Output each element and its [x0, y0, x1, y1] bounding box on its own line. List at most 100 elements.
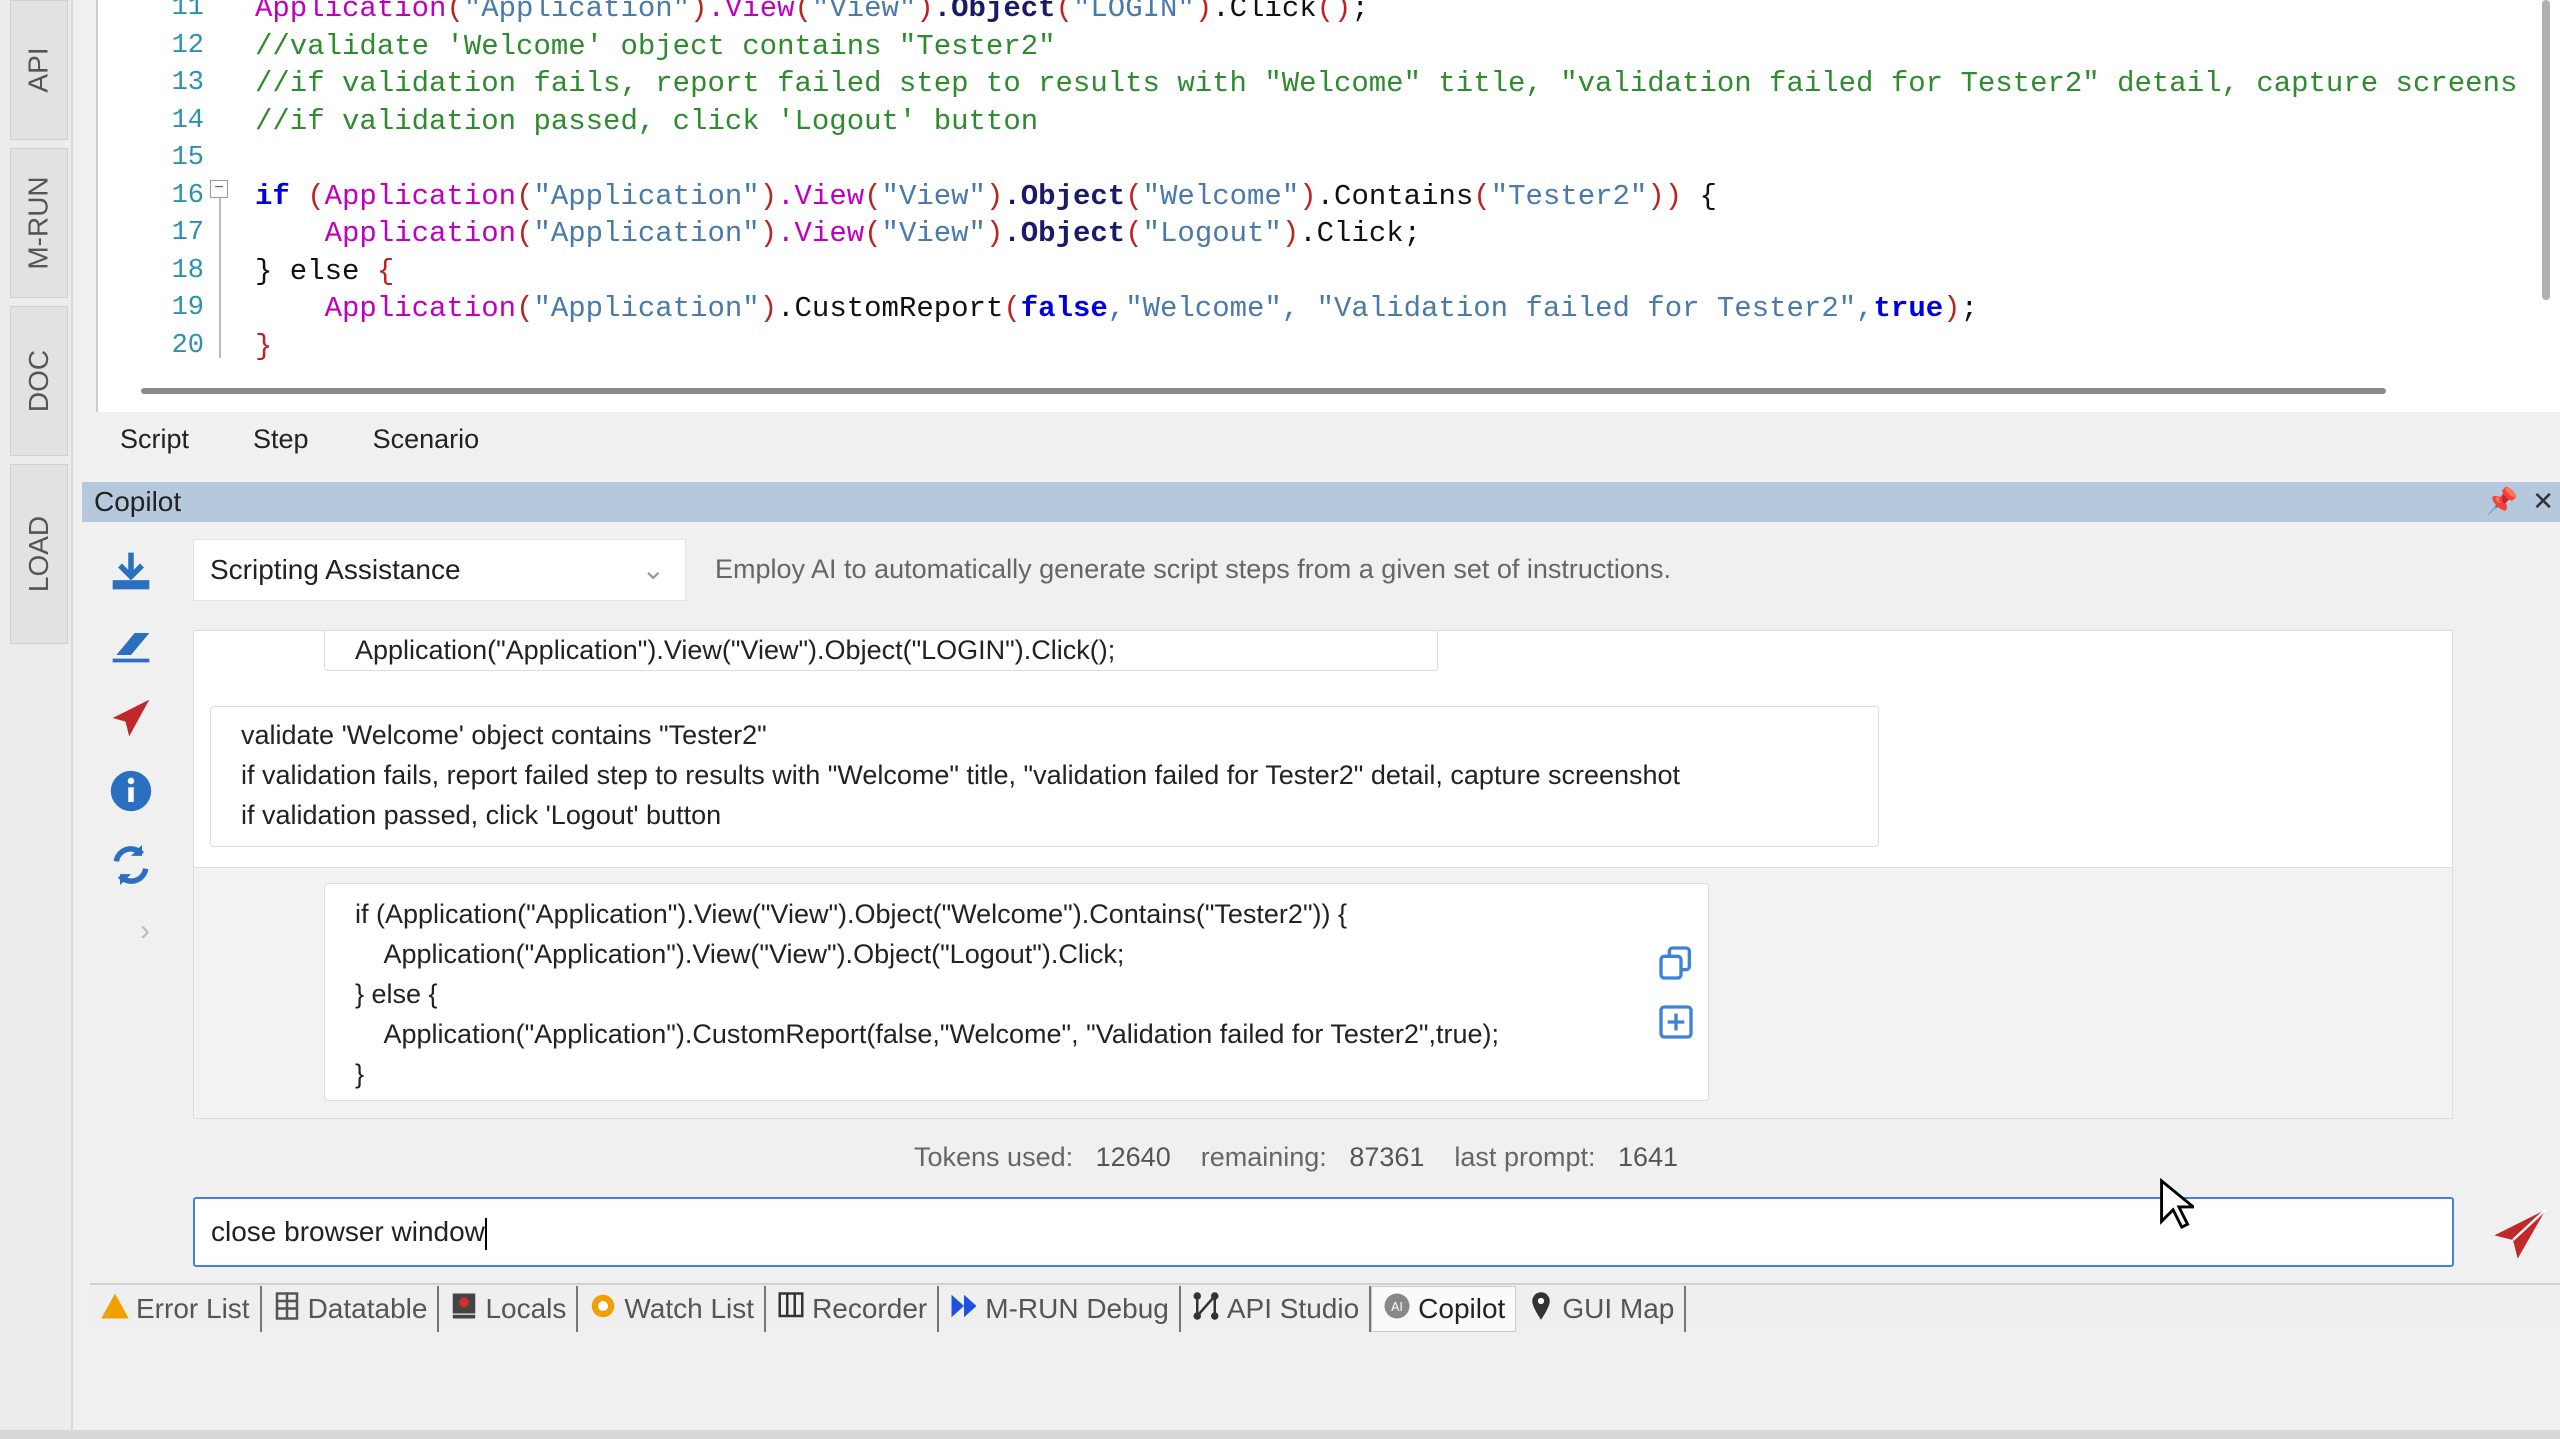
code-token: ( — [1125, 217, 1143, 250]
tab-error-list[interactable]: Error List — [90, 1286, 262, 1332]
code-token: //validate 'Welcome' object contains "Te… — [255, 29, 1056, 63]
vtab-m-run[interactable]: M-RUN — [10, 148, 68, 298]
code-token: ( — [516, 217, 534, 250]
code-token: .Click — [1212, 0, 1317, 25]
code-token: ( — [1125, 179, 1143, 213]
insert-icon[interactable] — [1656, 1002, 1696, 1047]
tab-step[interactable]: Step — [213, 416, 333, 462]
tab-copilot[interactable]: AI Copilot — [1371, 1286, 1517, 1332]
vtab-api[interactable]: API — [10, 0, 68, 140]
code-token: ) — [985, 179, 1004, 213]
code-token: { — [376, 254, 395, 288]
code-token: } else — [255, 254, 377, 288]
code-token: "View" — [811, 0, 917, 25]
code-token: .Object — [1003, 217, 1126, 250]
code-token: "View" — [881, 217, 986, 250]
code-token: ( — [1055, 0, 1073, 25]
code-token: .Click; — [1299, 217, 1422, 250]
code-token: ) — [1943, 292, 1961, 325]
vtab-label: LOAD — [23, 515, 54, 593]
code-token: } — [255, 329, 273, 363]
vertical-scrollbar[interactable] — [2542, 0, 2550, 300]
line-number: 20 — [171, 330, 204, 361]
line-number: 12 — [171, 30, 204, 61]
tokens-remaining-label: remaining: — [1200, 1142, 1327, 1172]
prompt-input[interactable]: close browser window — [193, 1197, 2454, 1267]
code-token: "Application" — [533, 292, 760, 325]
code-token: Application — [324, 217, 517, 250]
tab-watch-list[interactable]: Watch List — [578, 1286, 767, 1332]
fold-toggle-icon[interactable]: − — [210, 180, 228, 198]
code-editor[interactable]: − 11 Application("Application").View("Vie… — [96, 0, 2560, 412]
ai-icon: AI — [1382, 1291, 1412, 1328]
copilot-panel-header: Copilot 📌 ✕ — [82, 482, 2560, 522]
code-token: ( — [516, 292, 534, 325]
download-icon[interactable] — [105, 545, 157, 597]
tab-api-studio[interactable]: API Studio — [1181, 1286, 1372, 1332]
code-token: .View — [777, 179, 865, 213]
tab-script[interactable]: Script — [96, 416, 213, 462]
refresh-icon[interactable] — [105, 839, 157, 891]
code-token: "View" — [881, 179, 986, 213]
code-token: false — [1020, 292, 1108, 325]
code-line: } — [255, 328, 272, 365]
code-token: ) — [1194, 0, 1213, 25]
fast-forward-icon — [949, 1291, 979, 1328]
tab-label: Error List — [136, 1293, 250, 1324]
code-token: .Contains — [1316, 179, 1474, 213]
code-line: //if validation fails, report failed ste… — [255, 65, 2517, 102]
user-prompt-message: validate 'Welcome' object contains "Test… — [210, 706, 1879, 847]
document-tabs: Script Step Scenario — [96, 416, 2560, 462]
chevron-down-icon: ⌄ — [641, 554, 665, 585]
code-token: .CustomReport — [777, 292, 1004, 325]
tab-locals[interactable]: Locals — [439, 1286, 579, 1332]
code-token: ( — [864, 179, 882, 213]
horizontal-scrollbar[interactable] — [141, 388, 2386, 394]
table-icon — [272, 1291, 302, 1328]
tab-scenario[interactable]: Scenario — [333, 416, 504, 462]
code-token: .Object — [933, 0, 1056, 25]
code-token: ( — [516, 179, 534, 213]
tab-label: M-RUN Debug — [985, 1293, 1169, 1324]
code-line: if (Application("Application").View("Vie… — [255, 178, 1717, 215]
code-line: Application("Application").CustomReport(… — [255, 290, 1978, 327]
locals-icon — [449, 1291, 479, 1328]
code-token: ) — [690, 0, 708, 25]
tokens-used-label: Tokens used: — [914, 1142, 1074, 1172]
vtab-label: M-RUN — [23, 176, 54, 270]
code-token: ) — [985, 217, 1004, 250]
text-caret — [484, 1217, 487, 1250]
code-token: .View — [707, 0, 795, 25]
code-token: ; — [1960, 292, 1978, 325]
tab-label: Recorder — [812, 1293, 928, 1324]
chat-history[interactable]: Application("Application").View("View").… — [193, 630, 2453, 1119]
send-button[interactable] — [2492, 1205, 2548, 1266]
response-area: if (Application("Application").View("Vie… — [194, 867, 2452, 1118]
tab-recorder[interactable]: Recorder — [766, 1286, 940, 1332]
eraser-icon[interactable] — [105, 618, 157, 670]
copy-icon[interactable] — [1656, 943, 1696, 988]
vtab-label: DOC — [23, 349, 55, 413]
tokens-remaining-value: 87361 — [1349, 1142, 1425, 1172]
code-token: ) — [916, 0, 934, 25]
tab-datatable[interactable]: Datatable — [262, 1286, 440, 1332]
tab-label: API Studio — [1226, 1293, 1360, 1324]
info-icon[interactable] — [105, 765, 157, 817]
tab-m-run-debug[interactable]: M-RUN Debug — [939, 1286, 1181, 1332]
code-token: ( — [446, 0, 464, 25]
code-token: ) — [1281, 217, 1300, 250]
tab-label: Locals — [485, 1293, 567, 1324]
copilot-title: Copilot — [94, 486, 182, 517]
tab-gui-map[interactable]: GUI Map — [1516, 1286, 1687, 1332]
mode-dropdown[interactable]: Scripting Assistance ⌄ — [193, 539, 686, 601]
expand-chevron-icon[interactable]: › — [119, 905, 171, 957]
send-prompt-icon[interactable] — [105, 692, 157, 744]
vtab-load[interactable]: LOAD — [10, 464, 68, 644]
code-token: ) — [759, 292, 778, 325]
code-token: //if validation passed, click 'Logout' b… — [255, 104, 1039, 138]
code-token: if — [255, 179, 290, 213]
close-icon[interactable]: ✕ — [2532, 486, 2554, 517]
vtab-doc[interactable]: DOC — [10, 306, 68, 456]
pin-icon[interactable]: 📌 — [2486, 486, 2518, 517]
